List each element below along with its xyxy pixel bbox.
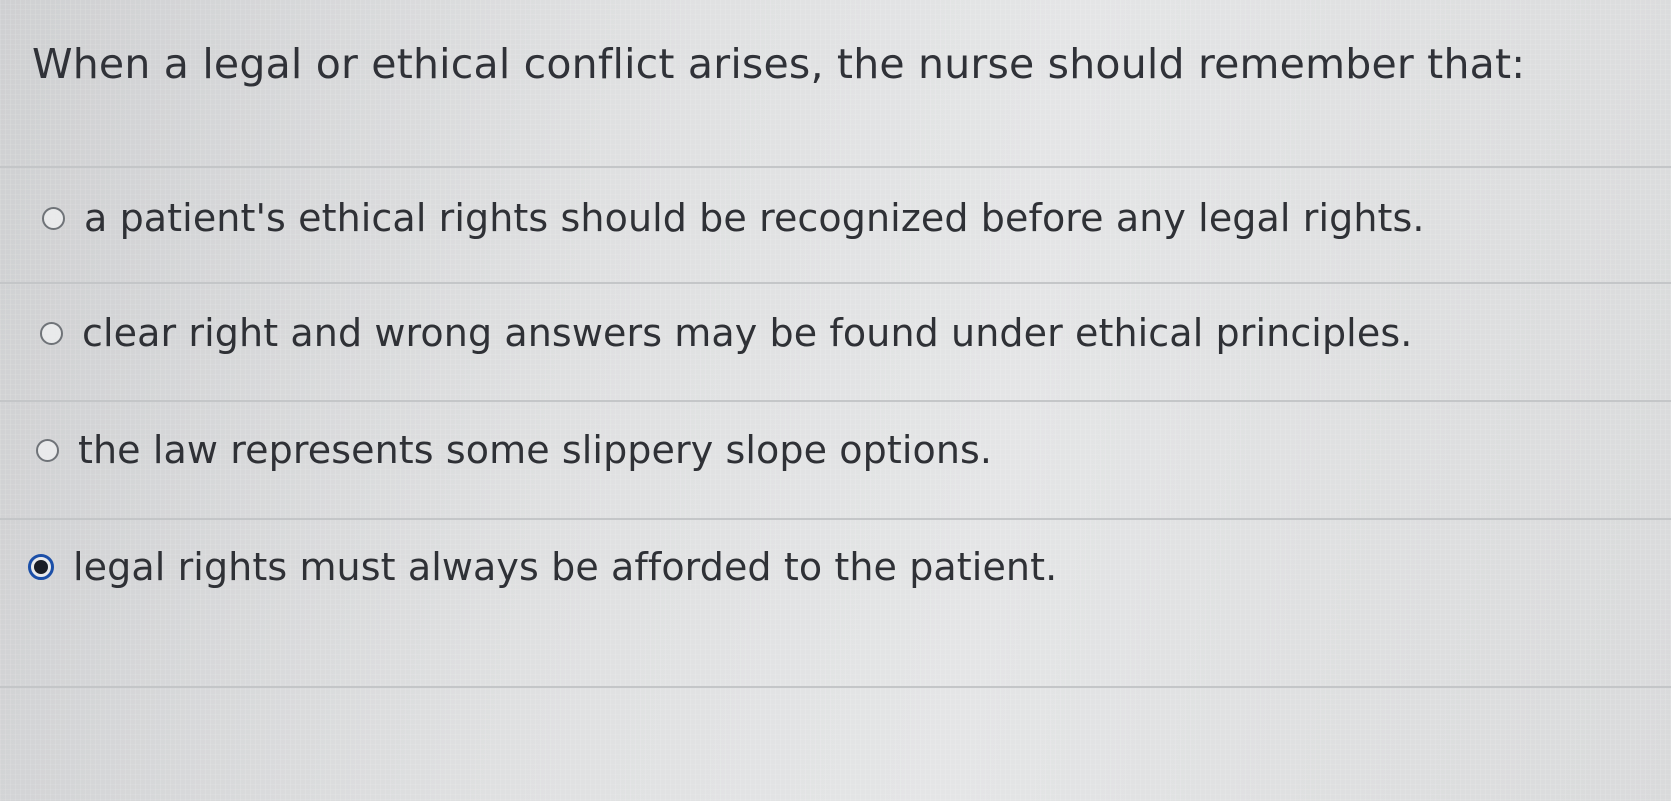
divider — [0, 400, 1671, 402]
divider — [0, 518, 1671, 520]
answer-option-3[interactable]: the law represents some slippery slope o… — [36, 428, 992, 472]
answer-option-1[interactable]: a patient's ethical rights should be rec… — [42, 196, 1425, 240]
divider — [0, 166, 1671, 168]
question-text: When a legal or ethical conflict arises,… — [32, 40, 1526, 88]
radio-button-icon[interactable] — [36, 438, 59, 462]
question-card: When a legal or ethical conflict arises,… — [0, 0, 1671, 801]
answer-option-label: the law represents some slippery slope o… — [78, 428, 993, 472]
answer-option-label: a patient's ethical rights should be rec… — [84, 196, 1425, 240]
divider — [0, 686, 1671, 688]
answer-option-label: clear right and wrong answers may be fou… — [82, 311, 1413, 355]
radio-button-selected-icon[interactable] — [28, 554, 54, 580]
answer-option-4[interactable]: legal rights must always be afforded to … — [28, 545, 1057, 589]
radio-button-icon[interactable] — [42, 206, 65, 230]
answer-option-2[interactable]: clear right and wrong answers may be fou… — [40, 311, 1412, 355]
divider — [0, 282, 1671, 284]
answer-option-label: legal rights must always be afforded to … — [73, 545, 1058, 589]
radio-button-icon[interactable] — [40, 321, 63, 345]
